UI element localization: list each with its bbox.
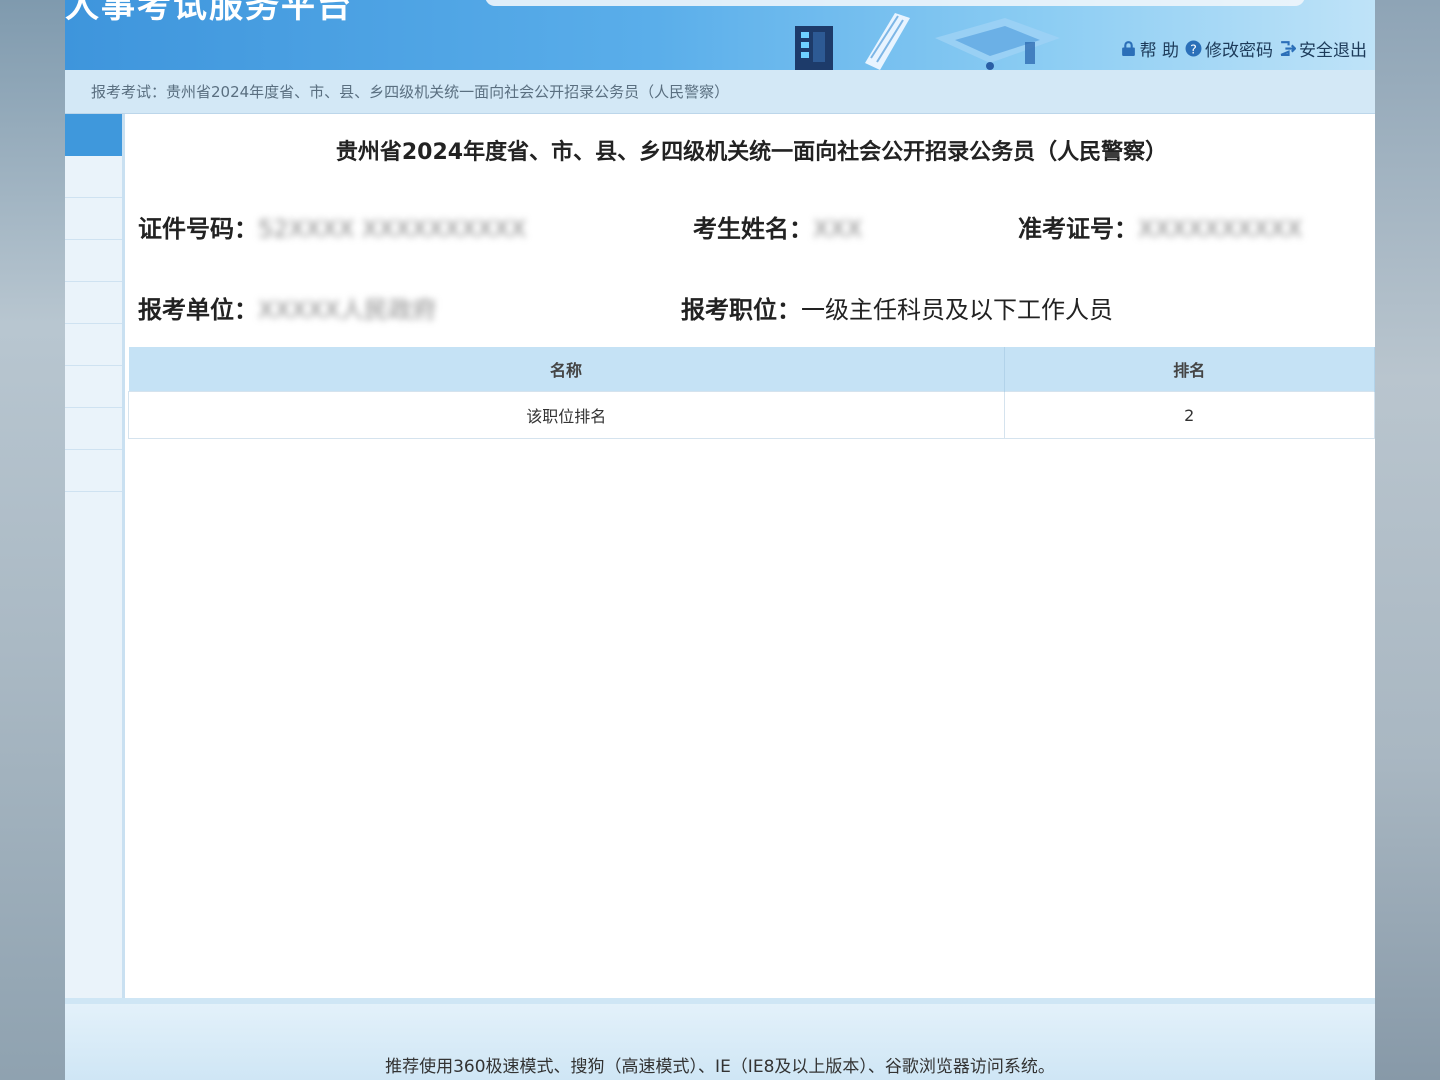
- apply-unit-label: 报考单位：: [138, 296, 258, 324]
- apply-position-value: 一级主任科员及以下工作人员: [801, 296, 1113, 324]
- menu-item[interactable]: [65, 282, 122, 324]
- svg-text:?: ?: [1190, 42, 1197, 57]
- id-number-field: 证件号码：52XXXX XXXXXXXXXX: [138, 209, 526, 244]
- banner-illustration: [795, 13, 1060, 70]
- ticket-number-label: 准考证号：: [1018, 215, 1138, 243]
- apply-position-label: 报考职位：: [681, 296, 801, 324]
- footer: 推荐使用360极速模式、搜狗（高速模式）、IE（IE8及以上版本）、谷歌浏览器访…: [65, 998, 1375, 1080]
- header-banner: 人事考试服务平台 帮 助 ? 修改密码 安全退出: [65, 0, 1375, 70]
- menu-item[interactable]: [65, 450, 122, 492]
- menu-item[interactable]: [65, 366, 122, 408]
- candidate-name-value: XXX: [813, 215, 863, 243]
- apply-unit-field: 报考单位：XXXXX人民政府: [138, 290, 436, 325]
- candidate-name-field: 考生姓名：XXX: [693, 209, 862, 244]
- menu-item[interactable]: [65, 198, 122, 240]
- help-link[interactable]: 帮 助: [1120, 36, 1179, 61]
- ticket-number-field: 准考证号：XXXXXXXXXX: [1018, 209, 1302, 244]
- candidate-name-label: 考生姓名：: [693, 215, 813, 243]
- id-number-label: 证件号码：: [138, 215, 258, 243]
- apply-unit-value: XXXXX人民政府: [258, 296, 437, 324]
- column-header-name: 名称: [128, 347, 1005, 392]
- help-link-label: 帮 助: [1139, 41, 1179, 61]
- main-panel: 贵州省2024年度省、市、县、乡四级机关统一面向社会公开招录公务员（人民警察） …: [128, 114, 1375, 998]
- menu-item[interactable]: [65, 324, 122, 366]
- menu-item[interactable]: [65, 408, 122, 450]
- row-name-cell: 该职位排名: [128, 391, 1005, 439]
- menu-item[interactable]: [65, 240, 122, 282]
- row-rank-cell: 2: [1003, 391, 1375, 439]
- logout-label: 安全退出: [1299, 41, 1367, 61]
- browser-recommendation: 推荐使用360极速模式、搜狗（高速模式）、IE（IE8及以上版本）、谷歌浏览器访…: [385, 1057, 1055, 1077]
- change-password-label: 修改密码: [1205, 41, 1273, 61]
- menu-item-active[interactable]: [65, 114, 122, 156]
- top-links: 帮 助 ? 修改密码 安全退出: [1120, 36, 1367, 61]
- ticket-number-value: XXXXXXXXXX: [1138, 215, 1303, 243]
- id-number-value: 52XXXX XXXXXXXXXX: [258, 215, 527, 243]
- question-icon: ?: [1185, 40, 1202, 57]
- exam-title: 贵州省2024年度省、市、县、乡四级机关统一面向社会公开招录公务员（人民警察）: [335, 140, 1168, 165]
- left-menu: [65, 114, 125, 998]
- logout-icon: [1280, 41, 1296, 56]
- site-title: 人事考试服务平台: [65, 0, 353, 26]
- lock-icon: [1121, 41, 1135, 56]
- app-window: 人事考试服务平台 帮 助 ? 修改密码 安全退出 报考考试：贵州省2024年度省…: [65, 0, 1375, 1080]
- rank-table: 名称 排名 该职位排名 2: [128, 347, 1375, 439]
- table-header-row: 名称 排名: [128, 347, 1375, 392]
- breadcrumb: 报考考试：贵州省2024年度省、市、县、乡四级机关统一面向社会公开招录公务员（人…: [65, 70, 1375, 114]
- menu-item[interactable]: [65, 156, 122, 198]
- header-pill: [485, 0, 1305, 6]
- background-right: [1375, 0, 1440, 1080]
- change-password-link[interactable]: ? 修改密码: [1185, 36, 1273, 61]
- table-row: 该职位排名 2: [128, 391, 1375, 439]
- apply-position-field: 报考职位：一级主任科员及以下工作人员: [681, 290, 1113, 325]
- column-header-rank: 排名: [1004, 347, 1375, 392]
- logout-link[interactable]: 安全退出: [1279, 36, 1367, 61]
- background-left: [0, 0, 65, 1080]
